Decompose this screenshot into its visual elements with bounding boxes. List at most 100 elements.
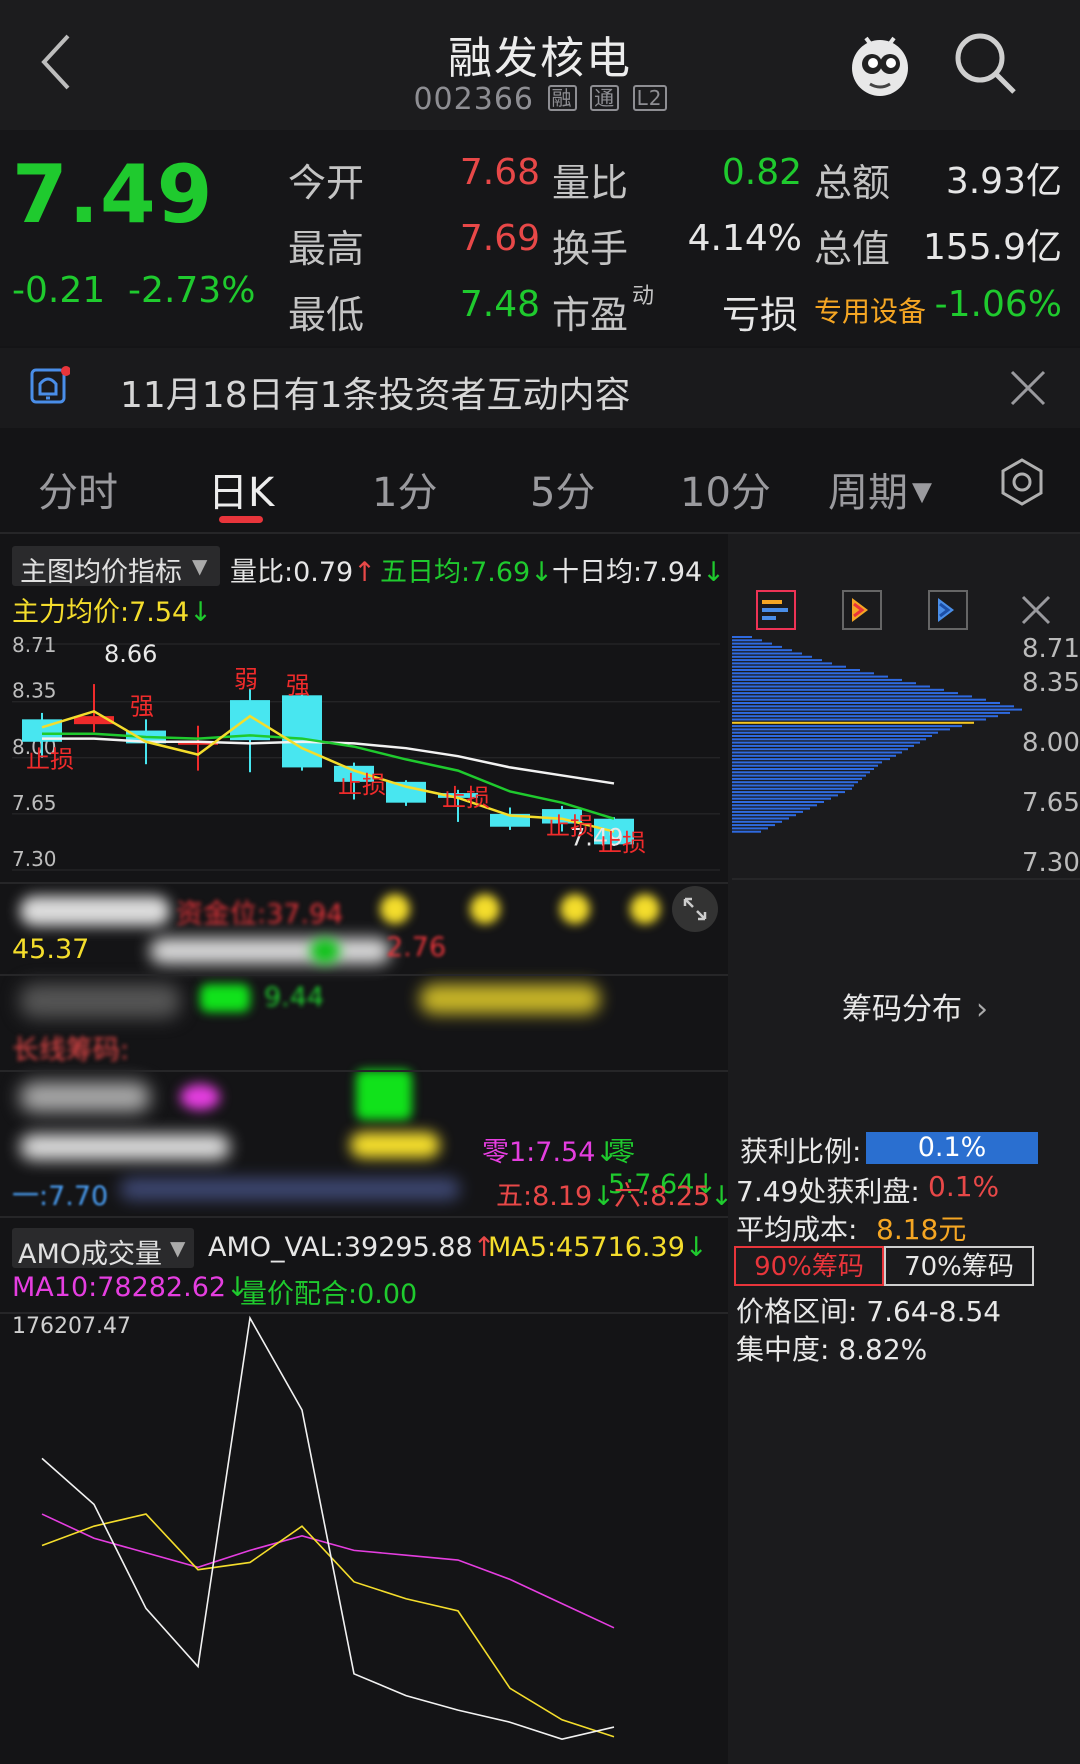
label-turnover: 换手 xyxy=(552,227,629,271)
chip-bar xyxy=(732,645,782,648)
vol-ma10: MA10:78282.62↓ xyxy=(12,1272,249,1303)
blur-dot xyxy=(356,1070,412,1120)
blur-dot xyxy=(180,1084,220,1110)
close-notice-icon[interactable] xyxy=(1008,368,1048,408)
period-tabs: 分时 日K 1分 5分 10分 周期 ▼ xyxy=(0,428,1080,532)
price-range: 价格区间: 7.64-8.54 xyxy=(736,1295,1002,1328)
mascot-icon[interactable] xyxy=(846,28,914,100)
chip-bar xyxy=(732,814,796,817)
tab-period[interactable]: 周期 ▼ xyxy=(828,460,932,518)
chip-view-blue-icon[interactable] xyxy=(928,590,968,630)
chip-bar xyxy=(732,810,803,813)
last-price: 7.49 xyxy=(12,148,214,241)
vol-ma5-text: MA5:45716.39 xyxy=(488,1232,685,1263)
value-low: 7.48 xyxy=(459,284,540,325)
volume-selector[interactable]: AMO成交量 ▼ xyxy=(12,1228,194,1270)
chip-divider xyxy=(732,878,1080,880)
avg-cost-value: 8.18元 xyxy=(876,1213,967,1246)
blur-dot xyxy=(560,894,590,924)
obscured-liu: 六:8.25↓ xyxy=(614,1174,728,1213)
chip-bar xyxy=(732,725,962,728)
tab-intraday[interactable]: 分时 xyxy=(38,460,118,518)
investor-notice-bar[interactable]: 11月18日有1条投资者互动内容 xyxy=(0,348,1080,428)
chip-bar xyxy=(732,678,902,681)
obscured-wu: 五:8.19↓ xyxy=(496,1174,615,1213)
up-arrow-icon: ↑ xyxy=(353,557,376,588)
chip-70-button[interactable]: 70%筹码 xyxy=(884,1246,1034,1286)
settings-icon[interactable] xyxy=(998,458,1046,506)
chip-bar xyxy=(732,639,762,642)
blur-blob xyxy=(20,984,180,1018)
tab-1min[interactable]: 1分 xyxy=(372,460,437,518)
obscured-45: 45.37 xyxy=(12,934,90,965)
chip-bar xyxy=(732,830,761,833)
volume-chart[interactable] xyxy=(0,1314,728,1764)
chip-90-button[interactable]: 90%筹码 xyxy=(734,1246,884,1286)
sector-change[interactable]: -1.06% xyxy=(930,284,1062,325)
ling1-text: 零1:7.54 xyxy=(482,1137,596,1168)
down-arrow-icon: ↓ xyxy=(530,557,553,588)
chip-ytick-0: 8.71 xyxy=(1022,634,1080,664)
chip-close-icon[interactable] xyxy=(1020,594,1052,626)
blur-blob xyxy=(420,984,600,1014)
chip-bar xyxy=(732,741,920,744)
indicator-dropdown-icon: ▼ xyxy=(192,554,208,578)
sector-name[interactable]: 专用设备 xyxy=(814,290,926,330)
candle-body xyxy=(386,781,426,803)
label-market-cap: 总值 xyxy=(814,227,891,271)
chip-bar xyxy=(732,791,845,794)
chip-ytick-3: 7.65 xyxy=(1022,788,1080,818)
chip-bar xyxy=(732,652,802,655)
notice-text: 11月18日有1条投资者互动内容 xyxy=(120,375,631,416)
candlestick-chart[interactable]: 8.718.358.007.657.30 8.667.49止损强弱 强止损 止损止损… xyxy=(0,630,728,880)
tab-5min[interactable]: 5分 xyxy=(530,460,595,518)
chip-ytick-4: 7.30 xyxy=(1022,848,1080,878)
chevron-right-icon: › xyxy=(976,992,988,1027)
chip-bar xyxy=(732,685,930,688)
y-tick-label: 8.71 xyxy=(12,633,57,657)
signal-annotation: 止损 xyxy=(338,771,386,799)
chip-bar xyxy=(732,764,878,767)
chart-labels-layer: 8.667.49止损强弱 强止损 止损止损止损 xyxy=(26,640,646,857)
chip-bar xyxy=(732,708,1022,711)
chip-bar xyxy=(732,655,812,658)
signal-annotation: 强 xyxy=(286,672,310,700)
change-pct: -2.73% xyxy=(128,270,256,311)
volume-dropdown-icon: ▼ xyxy=(170,1236,186,1260)
back-icon[interactable] xyxy=(38,30,98,94)
chip-bar xyxy=(732,820,782,823)
label-open: 今开 xyxy=(288,161,365,205)
y-tick-label: 7.65 xyxy=(12,791,57,815)
chip-bar xyxy=(732,751,902,754)
chip-bar xyxy=(732,692,958,695)
value-high: 7.69 xyxy=(459,218,540,259)
tab-daily-k[interactable]: 日K xyxy=(208,460,274,518)
search-icon[interactable] xyxy=(952,30,1018,96)
chip-view-bars-icon[interactable] xyxy=(756,590,796,630)
shiri-text: 十日均:7.94 xyxy=(552,557,703,588)
active-tab-indicator xyxy=(219,516,263,523)
chip-bar xyxy=(732,636,752,638)
indicator-selector[interactable]: 主图均价指标 ▼ xyxy=(12,546,220,588)
chip-bar xyxy=(732,771,870,774)
profit-at-label: 7.49处获利盘: xyxy=(736,1175,920,1208)
chip-bar xyxy=(732,702,1000,704)
chip-distribution-link[interactable]: 筹码分布 › xyxy=(842,984,988,1028)
signal-annotation: 强 xyxy=(130,693,154,721)
profit-ratio-bar: 0.1% xyxy=(866,1132,1038,1164)
chip-bar xyxy=(732,738,926,741)
chip-bar xyxy=(732,781,858,784)
label-low: 最低 xyxy=(288,293,365,337)
obscured-276: 2.76 xyxy=(386,932,447,963)
chip-bar xyxy=(732,735,932,737)
expand-icon[interactable] xyxy=(672,886,718,932)
tab-10min[interactable]: 10分 xyxy=(680,460,771,518)
value-market-cap: 155.9亿 xyxy=(922,227,1062,268)
chip-bar xyxy=(732,777,862,780)
divider xyxy=(0,1216,728,1218)
chip-bar xyxy=(732,715,998,718)
chip-view-orange-icon[interactable] xyxy=(842,590,882,630)
value-volume-ratio: 0.82 xyxy=(721,152,802,193)
amo-val: AMO_VAL:39295.88↑ xyxy=(208,1232,495,1263)
value-open: 7.68 xyxy=(459,152,540,193)
